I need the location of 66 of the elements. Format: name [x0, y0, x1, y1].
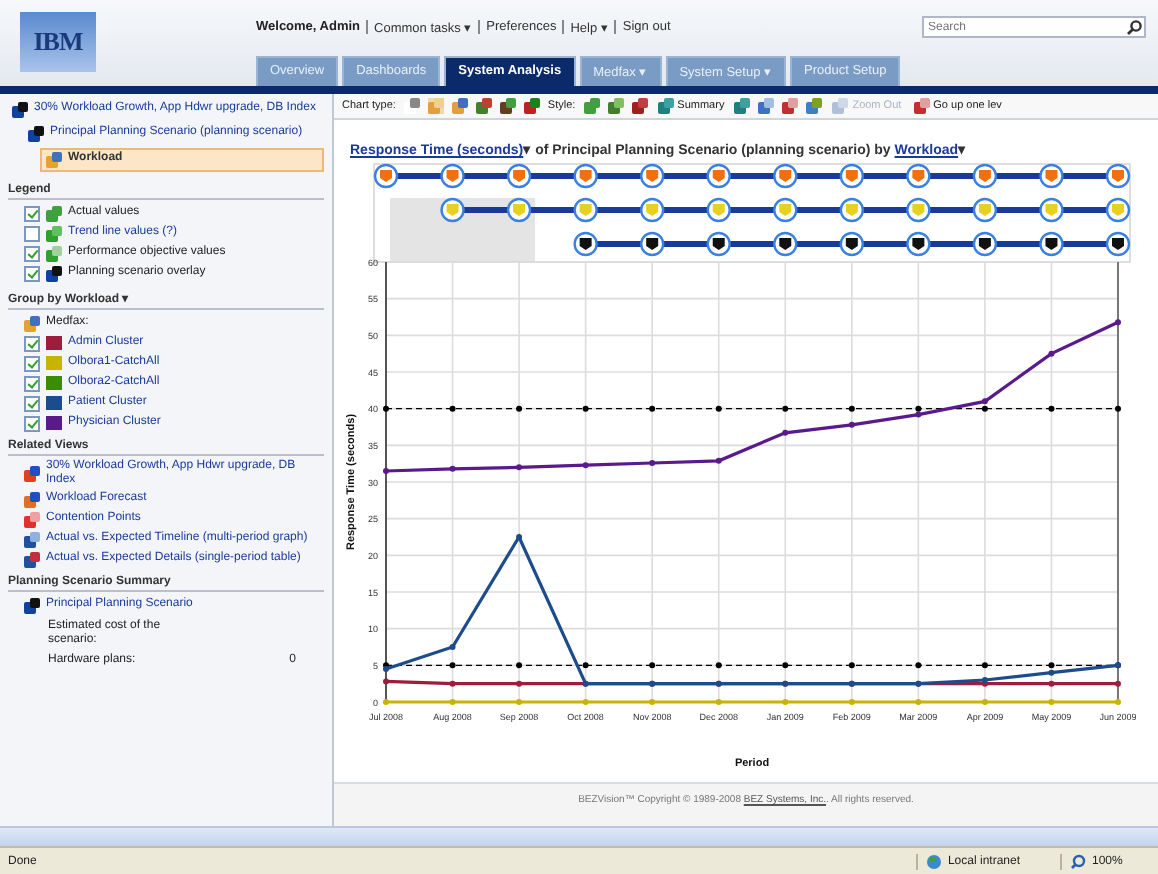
checkbox[interactable] — [24, 265, 40, 281]
data-point — [449, 662, 456, 669]
data-point — [449, 680, 456, 687]
data-point — [1115, 680, 1121, 687]
data-point — [848, 662, 855, 669]
data-point — [649, 662, 656, 669]
data-point — [848, 699, 855, 705]
logo: IBM — [20, 12, 96, 72]
data-point — [516, 405, 523, 412]
data-point — [383, 468, 389, 474]
checkbox[interactable] — [24, 335, 40, 351]
data-point — [649, 459, 656, 466]
data-point — [582, 462, 589, 469]
data-point — [516, 534, 523, 540]
data-point — [1115, 405, 1121, 412]
data-point — [782, 662, 789, 669]
data-point — [582, 662, 589, 669]
button-icon — [832, 98, 849, 114]
data-point — [715, 457, 722, 464]
checkbox[interactable] — [24, 395, 40, 411]
checkbox[interactable] — [24, 415, 40, 431]
data-point — [449, 405, 456, 412]
data-point — [516, 662, 523, 669]
data-point — [383, 405, 389, 412]
checkbox[interactable] — [24, 205, 40, 221]
data-point — [649, 699, 656, 705]
data-point — [848, 405, 855, 412]
data-point — [715, 405, 722, 412]
data-point — [1115, 319, 1121, 326]
data-point — [1048, 680, 1055, 687]
checkbox[interactable] — [24, 225, 40, 241]
checkbox[interactable] — [24, 245, 40, 261]
data-point — [449, 644, 456, 650]
checkbox[interactable] — [24, 355, 40, 371]
data-point — [981, 699, 988, 705]
data-point — [516, 699, 523, 705]
zoom-icon — [1070, 853, 1086, 869]
button-icon — [913, 98, 930, 114]
data-point — [915, 699, 922, 705]
checkbox[interactable] — [24, 375, 40, 391]
data-point — [715, 662, 722, 669]
data-point — [582, 405, 589, 412]
data-point — [1048, 350, 1055, 357]
data-point — [582, 699, 589, 705]
data-point — [516, 464, 523, 471]
data-point — [383, 678, 389, 685]
data-point — [981, 662, 988, 669]
data-point — [449, 465, 456, 472]
data-point — [649, 405, 656, 412]
data-point — [1115, 699, 1121, 705]
globe-icon — [925, 853, 942, 869]
button-icon — [657, 98, 674, 114]
data-point — [915, 662, 922, 669]
data-point — [1048, 699, 1055, 705]
data-point — [782, 405, 789, 412]
horizontal-scrollbar[interactable] — [0, 826, 1158, 846]
data-point — [449, 699, 456, 705]
search-icon — [1126, 19, 1144, 35]
data-point — [782, 429, 789, 436]
data-point — [782, 699, 789, 705]
data-point — [516, 680, 523, 687]
scenario-icon — [24, 597, 40, 613]
data-point — [383, 699, 389, 705]
data-point — [1048, 405, 1055, 412]
data-point — [715, 699, 722, 705]
data-point — [848, 421, 855, 428]
